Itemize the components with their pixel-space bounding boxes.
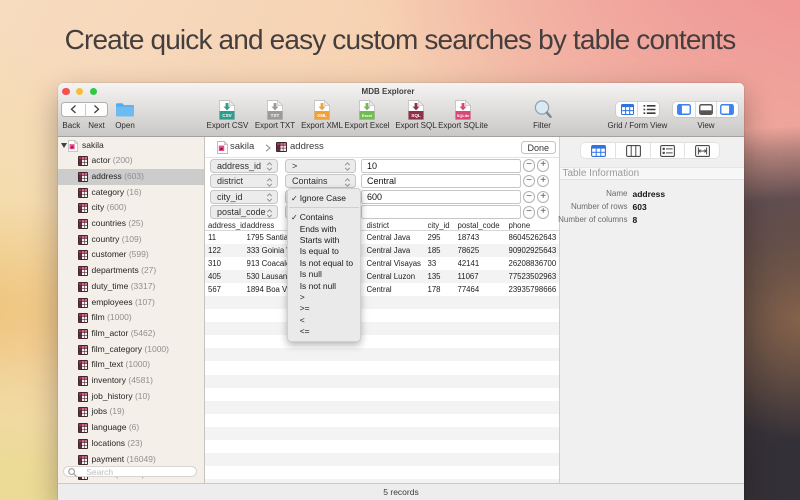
svg-text:TXT: TXT (271, 113, 280, 118)
svg-text:SQL: SQL (411, 113, 421, 118)
svg-text:SQLite: SQLite (457, 113, 470, 118)
svg-text:XML: XML (317, 113, 327, 118)
svg-text:Excel: Excel (362, 113, 372, 118)
svg-text:CSV: CSV (223, 113, 233, 118)
